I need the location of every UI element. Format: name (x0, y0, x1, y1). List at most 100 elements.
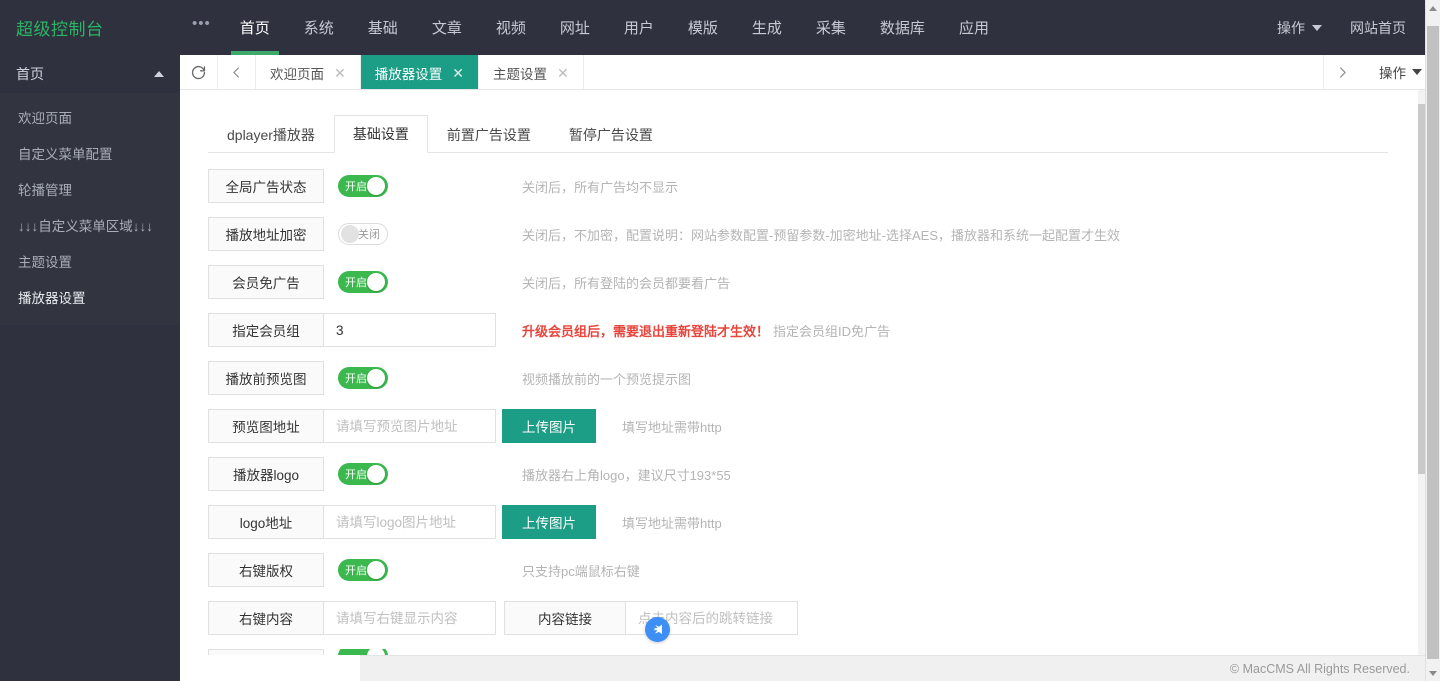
nav-item-video[interactable]: 视频 (479, 0, 543, 55)
toggle-label: 开启 (345, 373, 367, 385)
form-row-global-ad-status: 全局广告状态 开启 关闭后，所有广告均不显示 (208, 169, 1418, 203)
tabs-scroll-right-button[interactable] (1323, 55, 1361, 89)
tab-player-settings[interactable]: 播放器设置 ✕ (360, 55, 479, 89)
tabs-scroll-left-button[interactable] (218, 55, 256, 89)
open-tabs-list: 欢迎页面 ✕ 播放器设置 ✕ 主题设置 ✕ (256, 55, 1323, 89)
form-row-right-click-content: 右键内容 内容链接 (208, 601, 1418, 635)
row-label: 右键内容 (208, 601, 324, 635)
row-hint: 关闭后，不加密，配置说明：网站参数配置-预留参数-加密地址-选择AES，播放器和… (522, 227, 1121, 243)
tab-operation-label: 操作 (1379, 66, 1406, 81)
toggle-player-logo[interactable]: 开启 (338, 463, 388, 485)
send-plane-icon (653, 624, 662, 634)
nav-item-basic[interactable]: 基础 (351, 0, 415, 55)
top-nav-right-group: 操作 网站首页 (1263, 0, 1440, 55)
refresh-icon (191, 65, 206, 79)
close-icon[interactable]: ✕ (557, 66, 569, 80)
sidebar-item-custom-menu-area[interactable]: ↓↓↓自定义菜单区域↓↓↓ (0, 207, 180, 243)
row-label-content-link: 内容链接 (504, 601, 626, 635)
form-row-member-group-id: 指定会员组 升级会员组后，需要退出重新登陆才生效！ 指定会员组ID免广告 (208, 313, 1418, 347)
close-icon[interactable]: ✕ (334, 66, 346, 80)
upload-logo-image-button[interactable]: 上传图片 (502, 505, 596, 539)
close-icon[interactable]: ✕ (452, 66, 464, 80)
tab-welcome-page[interactable]: 欢迎页面 ✕ (256, 55, 361, 89)
row-hint: 视频播放前的一个预览提示图 (522, 371, 692, 387)
sidebar: 首页 欢迎页面 自定义菜单配置 轮播管理 ↓↓↓自定义菜单区域↓↓↓ 主题设置 … (0, 55, 180, 681)
toggle-knob (367, 273, 385, 291)
tab-theme-settings[interactable]: 主题设置 ✕ (479, 55, 584, 89)
row-label: 会员免广告 (208, 265, 324, 299)
nav-item-database[interactable]: 数据库 (863, 0, 942, 55)
sidebar-item-carousel-management[interactable]: 轮播管理 (0, 171, 180, 207)
chevron-up-icon (154, 71, 164, 77)
chevron-right-icon (1340, 66, 1346, 78)
scroll-up-button[interactable] (1426, 0, 1440, 16)
logo-url-input[interactable] (334, 513, 485, 531)
upload-wrap: 上传图片 (496, 505, 596, 539)
nav-item-application[interactable]: 应用 (942, 0, 1006, 55)
right-click-content-input[interactable] (334, 609, 485, 627)
upload-wrap: 上传图片 (496, 409, 596, 443)
nav-item-generate[interactable]: 生成 (735, 0, 799, 55)
nav-item-home[interactable]: 首页 (223, 0, 287, 55)
row-label: 播放前预览图 (208, 361, 324, 395)
chevron-down-icon (1412, 69, 1422, 75)
row-control: 开启 (324, 265, 496, 299)
row-label: 右键版权 (208, 553, 324, 587)
topnav-operation-label: 操作 (1277, 19, 1305, 36)
sidebar-item-theme-settings[interactable]: 主题设置 (0, 243, 180, 279)
member-group-id-input[interactable] (334, 321, 485, 339)
toggle-member-ad-free[interactable]: 开启 (338, 271, 388, 293)
copyright-text: © MacCMS All Rights Reserved. (1229, 661, 1410, 676)
topnav-operation-menu[interactable]: 操作 (1263, 18, 1336, 38)
form-row-preview-image-url: 预览图地址 上传图片 填写地址需带http (208, 409, 1418, 443)
row-label (208, 649, 324, 655)
toggle-global-ad-status[interactable]: 开启 (338, 175, 388, 197)
subtab-preroll-ad-settings[interactable]: 前置广告设置 (428, 116, 550, 153)
nav-item-system[interactable]: 系统 (287, 0, 351, 55)
subtab-pause-ad-settings[interactable]: 暂停广告设置 (550, 116, 672, 153)
upload-preview-image-button[interactable]: 上传图片 (502, 409, 596, 443)
main-pane: 欢迎页面 ✕ 播放器设置 ✕ 主题设置 ✕ 操作 dplayer播放器 基础设置… (180, 55, 1440, 681)
form-row-player-logo: 播放器logo 开启 播放器右上角logo，建议尺寸193*55 (208, 457, 1418, 491)
nav-item-collect[interactable]: 采集 (799, 0, 863, 55)
sidebar-group-home[interactable]: 首页 (0, 55, 180, 93)
toggle-knob (367, 561, 385, 579)
sidebar-item-player-settings[interactable]: 播放器设置 (0, 279, 180, 315)
triangle-up-icon (1429, 5, 1437, 11)
toggle-right-click-copyright[interactable]: 开启 (338, 559, 388, 581)
refresh-button[interactable] (180, 55, 218, 89)
nav-item-template[interactable]: 模版 (671, 0, 735, 55)
toggle-preplay-preview[interactable]: 开启 (338, 367, 388, 389)
form-row-preplay-preview: 播放前预览图 开启 视频播放前的一个预览提示图 (208, 361, 1418, 395)
browser-scrollbar-thumb[interactable] (1427, 26, 1439, 659)
browser-scrollbar[interactable] (1425, 0, 1440, 681)
send-plane-button[interactable] (645, 617, 670, 642)
chevron-left-icon (233, 66, 239, 78)
nav-item-article[interactable]: 文章 (415, 0, 479, 55)
toggle-play-url-encryption[interactable]: 关闭 (338, 223, 388, 245)
triangle-down-icon (1429, 670, 1437, 676)
subtab-dplayer[interactable]: dplayer播放器 (208, 116, 334, 153)
row-label: 播放地址加密 (208, 217, 324, 251)
topnav-site-home-link[interactable]: 网站首页 (1336, 18, 1420, 38)
tab-strip-right-group: 操作 (1323, 55, 1440, 89)
nav-more-dots-button[interactable]: ••• (180, 16, 223, 39)
subtab-basic-settings[interactable]: 基础设置 (333, 115, 428, 153)
tab-label: 主题设置 (492, 66, 547, 82)
sidebar-item-custom-menu-config[interactable]: 自定义菜单配置 (0, 135, 180, 171)
preview-image-url-input[interactable] (334, 417, 485, 435)
row-control (324, 313, 496, 347)
form-row-logo-url: logo地址 上传图片 填写地址需带http (208, 505, 1418, 539)
nav-item-url[interactable]: 网址 (543, 0, 607, 55)
nav-item-user[interactable]: 用户 (607, 0, 671, 55)
tab-label: 播放器设置 (374, 66, 443, 82)
row-label: 全局广告状态 (208, 169, 324, 203)
toggle-knob (367, 369, 385, 387)
scroll-down-button[interactable] (1426, 665, 1440, 681)
sidebar-item-welcome-page[interactable]: 欢迎页面 (0, 99, 180, 135)
row-control: 开启 (324, 553, 496, 587)
sidebar-group-label: 首页 (16, 66, 44, 82)
row-hint-text: 指定会员组ID免广告 (773, 323, 891, 339)
tab-strip: 欢迎页面 ✕ 播放器设置 ✕ 主题设置 ✕ 操作 (180, 55, 1440, 90)
top-nav-items: 首页 系统 基础 文章 视频 网址 用户 模版 生成 采集 数据库 应用 (223, 0, 1006, 55)
